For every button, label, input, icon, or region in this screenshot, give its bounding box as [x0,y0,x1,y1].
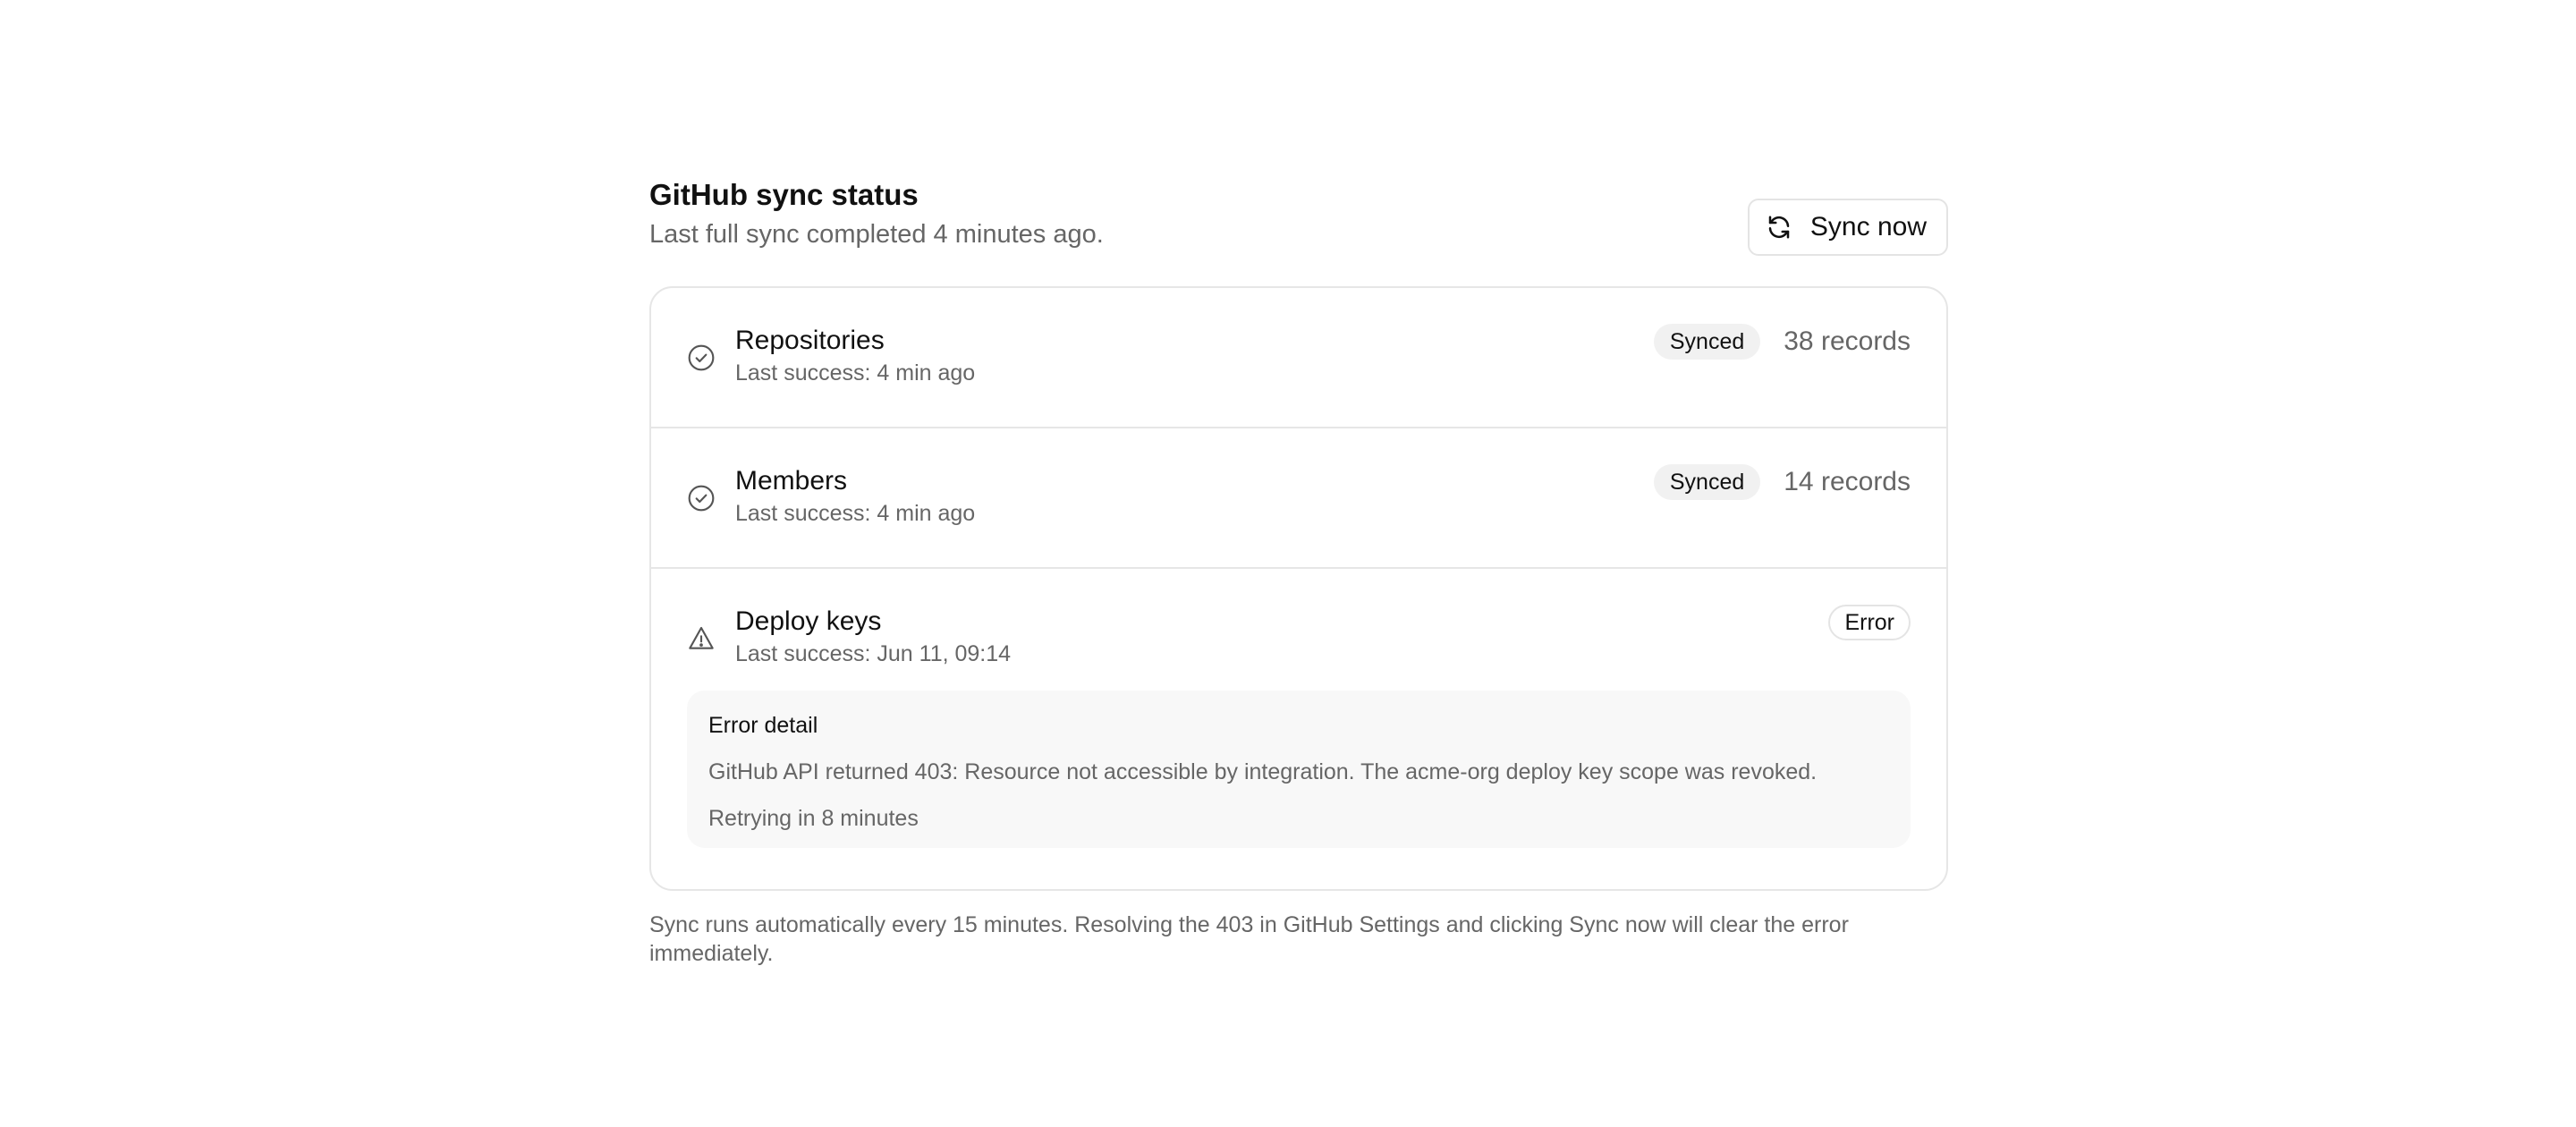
status-badge: Synced [1653,464,1761,500]
error-message: GitHub API returned 403: Resource not ac… [708,759,1818,784]
resource-last-success: Last success: Jun 11, 09:14 [735,641,1012,666]
record-count: 14 records [1784,467,1911,496]
resource-name: Members [735,466,848,496]
resource-last-success: Last success: 4 min ago [735,501,976,526]
resource-row-deploy-keys: Deploy keys Last success: Jun 11, 09:14 … [651,567,1946,889]
resource-name: Deploy keys [735,606,882,636]
refresh-icon [1766,214,1792,241]
resource-name: Repositories [735,326,885,355]
sync-now-label: Sync now [1809,212,1927,242]
sync-now-button[interactable]: Sync now [1747,199,1948,256]
resource-row-members: Members Last success: 4 min ago Synced 1… [651,427,1946,567]
check-circle-icon [687,484,716,513]
resource-last-success: Last success: 4 min ago [735,360,976,386]
status-badge: Synced [1653,324,1761,360]
page-subtitle: Last full sync completed 4 minutes ago. [649,220,1104,249]
retry-status: Retrying in 8 minutes [708,806,919,831]
footer-note: Sync runs automatically every 15 minutes… [649,912,1849,966]
error-badge: Error [1828,605,1911,640]
error-detail-box: Error detail GitHub API returned 403: Re… [687,691,1911,848]
page-header: GitHub sync status Last full sync comple… [649,175,1948,286]
page-title: GitHub sync status [649,178,919,211]
error-detail-title: Error detail [708,713,818,738]
sync-status-panel: GitHub sync status Last full sync comple… [649,175,1948,968]
record-count: 38 records [1784,326,1911,356]
resource-list: Repositories Last success: 4 min ago Syn… [649,286,1948,891]
warning-triangle-icon [687,624,716,653]
check-circle-icon [687,343,716,372]
resource-row-repositories: Repositories Last success: 4 min ago Syn… [651,288,1946,427]
